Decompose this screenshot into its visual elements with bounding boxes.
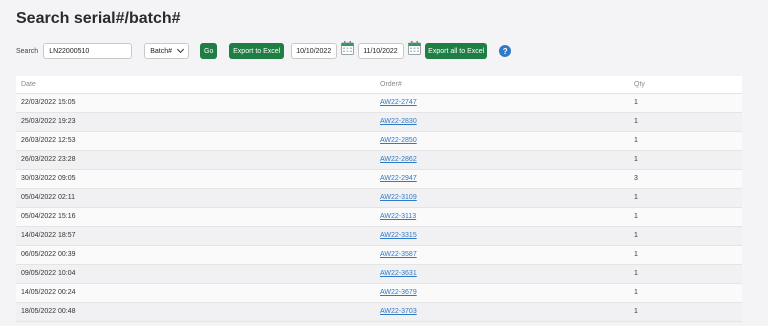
- order-link[interactable]: AW22-2947: [380, 175, 417, 182]
- row-order-cell: AW22-2747: [375, 93, 629, 113]
- row-date: 06/05/2022 00:39: [16, 245, 375, 265]
- results-table: Date Order# Qty 22/03/2022 15:05 AW22-274…: [16, 76, 742, 322]
- search-type-select[interactable]: Batch#: [144, 43, 190, 59]
- table-row: 14/04/2022 18:57 AW22-3315 1: [16, 226, 742, 246]
- row-qty: 1: [629, 150, 742, 170]
- table-row: 09/05/2022 10:04 AW22-3631 1: [16, 264, 742, 284]
- table-row: 06/05/2022 00:39 AW22-3587 1: [16, 245, 742, 265]
- table-row: 26/03/2022 23:28 AW22-2862 1: [16, 150, 742, 170]
- table-row: 18/05/2022 00:48 AW22-3703 1: [16, 302, 742, 322]
- row-date: 14/05/2022 00:24: [16, 283, 375, 303]
- row-order-cell: AW22-3315: [375, 226, 629, 246]
- row-date: 05/04/2022 15:16: [16, 207, 375, 227]
- order-link[interactable]: AW22-2862: [380, 156, 417, 163]
- calendar-icon[interactable]: [341, 41, 355, 55]
- column-header-qty[interactable]: Qty: [629, 76, 742, 94]
- row-date: 30/03/2022 09:05: [16, 169, 375, 189]
- row-date: 22/03/2022 15:05: [16, 93, 375, 113]
- export-to-excel-button[interactable]: Export to Excel: [229, 43, 285, 59]
- table-body: 22/03/2022 15:05 AW22-2747 1 25/03/2022 19:…: [16, 93, 742, 322]
- table-row: 14/05/2022 00:24 AW22-3679 1: [16, 283, 742, 303]
- row-qty: 1: [629, 112, 742, 132]
- date-from-input[interactable]: 10/10/2022: [291, 43, 338, 59]
- help-icon[interactable]: ?: [499, 45, 512, 57]
- row-date: 09/05/2022 10:04: [16, 264, 375, 284]
- row-qty: 1: [629, 226, 742, 246]
- row-order-cell: AW22-3703: [375, 302, 629, 322]
- column-header-order[interactable]: Order#: [375, 76, 629, 94]
- search-type-value: Batch#: [150, 47, 172, 55]
- table-header-row: Date Order# Qty: [16, 76, 742, 94]
- row-date: 14/04/2022 18:57: [16, 226, 375, 246]
- row-order-cell: AW22-3631: [375, 264, 629, 284]
- row-order-cell: AW22-3587: [375, 245, 629, 265]
- order-link[interactable]: AW22-2850: [380, 137, 417, 144]
- export-all-to-excel-button[interactable]: Export all to Excel: [425, 43, 488, 59]
- row-order-cell: AW22-3679: [375, 283, 629, 303]
- row-qty: 1: [629, 207, 742, 227]
- row-order-cell: AW22-3109: [375, 188, 629, 208]
- order-link[interactable]: AW22-2830: [380, 118, 417, 125]
- row-date: 26/03/2022 23:28: [16, 150, 375, 170]
- row-qty: 1: [629, 245, 742, 265]
- row-qty: 1: [629, 283, 742, 303]
- order-link[interactable]: AW22-2747: [380, 99, 417, 106]
- row-date: 05/04/2022 02:11: [16, 188, 375, 208]
- order-link[interactable]: AW22-3631: [380, 270, 417, 277]
- go-button[interactable]: Go: [200, 43, 218, 59]
- row-order-cell: AW22-2862: [375, 150, 629, 170]
- calendar-icon[interactable]: [408, 41, 422, 55]
- search-toolbar: Search Batch# Go Export to Excel 10/10/2…: [16, 41, 512, 60]
- row-date: 25/03/2022 19:23: [16, 112, 375, 132]
- order-link[interactable]: AW22-3679: [380, 289, 417, 296]
- row-qty: 1: [629, 188, 742, 208]
- order-link[interactable]: AW22-3587: [380, 251, 417, 258]
- row-qty: 1: [629, 93, 742, 113]
- order-link[interactable]: AW22-3109: [380, 194, 417, 201]
- order-link[interactable]: AW22-3703: [380, 308, 417, 315]
- table-row: 26/03/2022 12:53 AW22-2850 1: [16, 131, 742, 151]
- row-qty: 1: [629, 302, 742, 322]
- column-header-date[interactable]: Date: [16, 76, 375, 94]
- order-link[interactable]: AW22-3315: [380, 232, 417, 239]
- row-order-cell: AW22-2830: [375, 112, 629, 132]
- row-qty: 1: [629, 264, 742, 284]
- row-order-cell: AW22-2947: [375, 169, 629, 189]
- row-order-cell: AW22-2850: [375, 131, 629, 151]
- table-row: 05/04/2022 02:11 AW22-3109 1: [16, 188, 742, 208]
- chevron-down-icon: [177, 45, 185, 54]
- row-order-cell: AW22-3113: [375, 207, 629, 227]
- table-row: 05/04/2022 15:16 AW22-3113 1: [16, 207, 742, 227]
- search-label: Search: [16, 47, 39, 55]
- row-date: 18/05/2022 00:48: [16, 302, 375, 322]
- row-qty: 1: [629, 131, 742, 151]
- row-date: 26/03/2022 12:53: [16, 131, 375, 151]
- table-row: 25/03/2022 19:23 AW22-2830 1: [16, 112, 742, 132]
- table-row: 30/03/2022 09:05 AW22-2947 3: [16, 169, 742, 189]
- table-row: 22/03/2022 15:05 AW22-2747 1: [16, 93, 742, 113]
- order-link[interactable]: AW22-3113: [380, 213, 416, 220]
- row-qty: 3: [629, 169, 742, 189]
- date-to-input[interactable]: 11/10/2022: [358, 43, 405, 59]
- search-input[interactable]: [43, 43, 133, 59]
- page-title: Search serial#/batch#: [16, 10, 181, 27]
